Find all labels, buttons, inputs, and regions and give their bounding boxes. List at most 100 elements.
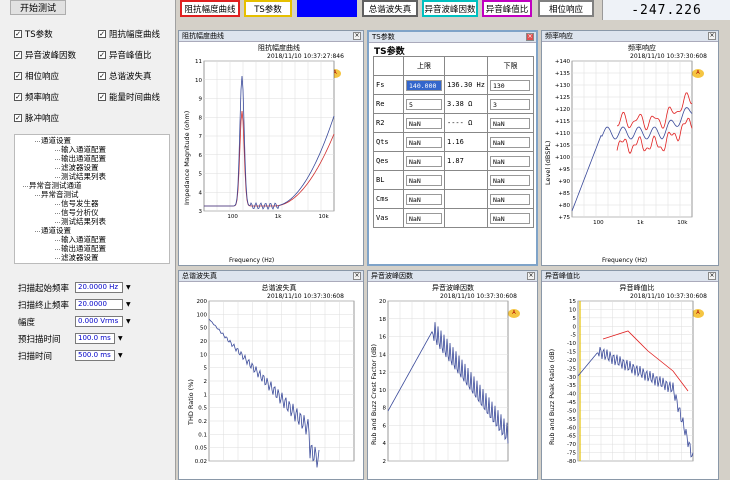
- chevron-down-icon[interactable]: ▼: [118, 335, 123, 342]
- chart-title: 异音峰值比: [619, 284, 655, 292]
- lower-input[interactable]: NaN: [489, 136, 530, 148]
- toolbar-button[interactable]: TS参数: [244, 0, 292, 17]
- panel-tab-label: 异音波峰因数: [371, 272, 413, 280]
- lower-input[interactable]: NaN: [489, 212, 530, 224]
- checkbox-icon[interactable]: ✓: [14, 72, 22, 80]
- chevron-down-icon[interactable]: ▼: [126, 301, 131, 308]
- tree-item[interactable]: 通道设置: [35, 137, 71, 145]
- chevron-down-icon[interactable]: ▼: [118, 352, 123, 359]
- lower-input[interactable]: 3: [489, 98, 530, 110]
- param-unit: Ω: [468, 119, 473, 127]
- tree-item[interactable]: 异常音测试通道: [23, 182, 82, 190]
- y-tick-label: 200: [197, 299, 208, 305]
- y-tick-label: 10: [379, 388, 386, 394]
- setting-input[interactable]: 20.0000 kHz: [75, 299, 123, 310]
- param-value: 3.38: [447, 100, 464, 108]
- lower-input[interactable]: NaN: [489, 174, 530, 186]
- setting-input[interactable]: 100.0 ms: [75, 333, 115, 344]
- checkbox-icon[interactable]: ✓: [14, 114, 22, 122]
- impedance-panel[interactable]: 阻抗幅度曲线 × 阻抗幅度曲线 2018/11/10 10:37:27:846 A…: [178, 30, 364, 266]
- y-axis-label: Level (dBSPL): [544, 140, 552, 185]
- upper-input[interactable]: NaN: [406, 155, 442, 167]
- y-tick-label: -80: [567, 459, 576, 465]
- frequency-response-panel[interactable]: 频率响应 × 频率响应 2018/11/10 10:37:30:608 A Lev…: [541, 30, 719, 266]
- peak-ratio-panel[interactable]: 异音峰值比 × 异音峰值比 2018/11/10 10:37:30:608 A R…: [541, 270, 719, 480]
- tree-item[interactable]: 输入通道配置: [55, 236, 106, 244]
- tree-item[interactable]: 输入通道配置: [55, 146, 106, 154]
- checkbox-icon[interactable]: ✓: [14, 93, 22, 101]
- tree-item[interactable]: 信号发生器: [55, 200, 99, 208]
- setting-input[interactable]: 0.000 Vrms: [75, 316, 123, 327]
- checkbox-icon[interactable]: ✓: [98, 72, 106, 80]
- lower-input[interactable]: 130: [489, 79, 530, 91]
- toolbar-button[interactable]: 相位响应: [538, 0, 594, 17]
- checkbox-item[interactable]: ✓ TS参数: [14, 28, 53, 40]
- tree-item[interactable]: 信号分析仪: [55, 209, 99, 217]
- toolbar-button[interactable]: 总谐波失真: [362, 0, 418, 17]
- upper-input[interactable]: NaN: [406, 174, 442, 186]
- toolbar-button[interactable]: 异音峰值比: [482, 0, 532, 17]
- y-tick-label: 15: [569, 299, 576, 305]
- tree-item[interactable]: 滤波器设置: [55, 254, 99, 262]
- checkbox-icon[interactable]: ✓: [98, 51, 106, 59]
- y-tick-label: 9: [199, 97, 203, 103]
- checkbox-label: TS参数: [25, 30, 53, 40]
- setting-input[interactable]: 500.0 ms: [75, 350, 115, 361]
- y-tick-label: +130: [555, 83, 571, 89]
- tree-item[interactable]: 异常音测试: [35, 191, 79, 199]
- frequency-plot: +140 +135 +130 +125 +120 +115 +110 +105 +100 +95 +…: [555, 59, 693, 226]
- tree-item[interactable]: 测试结果列表: [55, 218, 106, 226]
- checkbox-icon[interactable]: ✓: [14, 30, 22, 38]
- close-icon[interactable]: ×: [527, 272, 535, 280]
- checkbox-item[interactable]: ✓ 相位响应: [14, 70, 59, 82]
- y-tick-label: 12: [379, 370, 386, 376]
- tree-item[interactable]: 测试结果列表: [55, 173, 106, 181]
- crest-factor-panel[interactable]: 异音波峰因数 × 异音波峰因数 2018/11/10 10:37:30:608 A…: [367, 270, 538, 480]
- checkbox-item[interactable]: ✓ 异音峰值比: [98, 49, 152, 61]
- toolbar-button[interactable]: 异音波峰因数: [422, 0, 478, 17]
- tree-item[interactable]: 滤波器设置: [55, 164, 99, 172]
- upper-input[interactable]: NaN: [406, 136, 442, 148]
- config-tree[interactable]: 通道设置 输入通道配置 输出通道配置 滤波器设置 测试结果列表 异常音测试通道 异常音测试信…: [14, 134, 170, 264]
- tree-item[interactable]: 输出通道配置: [55, 155, 106, 163]
- chevron-down-icon[interactable]: ▼: [126, 284, 131, 291]
- y-tick-label: 10: [195, 78, 202, 84]
- close-icon[interactable]: ×: [353, 272, 361, 280]
- tree-item[interactable]: 输出通道配置: [55, 245, 106, 253]
- tree-item[interactable]: 通道设置: [35, 227, 71, 235]
- y-tick-label: -5: [571, 333, 577, 339]
- upper-input[interactable]: NaN: [406, 117, 442, 129]
- checkbox-item[interactable]: ✓ 频率响应: [14, 91, 59, 103]
- upper-input[interactable]: NaN: [406, 193, 442, 205]
- toolbar-button[interactable]: 阻抗幅度曲线: [180, 0, 240, 17]
- y-tick-label: 20: [200, 339, 207, 345]
- checkbox-icon[interactable]: ✓: [14, 51, 22, 59]
- upper-input[interactable]: 5: [406, 98, 442, 110]
- lower-input[interactable]: NaN: [489, 155, 530, 167]
- close-icon[interactable]: ×: [708, 272, 716, 280]
- chevron-down-icon[interactable]: ▼: [126, 318, 131, 325]
- setting-label: 预扫描时间: [18, 335, 61, 345]
- setting-input[interactable]: 20.0000 Hz: [75, 282, 123, 293]
- start-test-button[interactable]: 开始测试: [10, 0, 66, 15]
- param-name: Fs: [373, 75, 404, 95]
- checkbox-item[interactable]: ✓ 脉冲响应: [14, 112, 59, 124]
- checkbox-item[interactable]: ✓ 总谐波失真: [98, 70, 152, 82]
- y-tick-label: +140: [555, 59, 571, 65]
- upper-input[interactable]: NaN: [406, 212, 442, 224]
- lower-input[interactable]: NaN: [489, 117, 530, 129]
- upper-input[interactable]: 140.000: [406, 79, 442, 91]
- close-icon[interactable]: ×: [708, 32, 716, 40]
- lower-input[interactable]: NaN: [489, 193, 530, 205]
- thd-panel[interactable]: 总谐波失真× 总谐波失真 2018/11/10 10:37:30:608 A T…: [178, 270, 364, 480]
- checkbox-item[interactable]: ✓ 阻抗幅度曲线: [98, 28, 160, 40]
- checkbox-icon[interactable]: ✓: [98, 93, 106, 101]
- setting-label: 幅度: [18, 318, 36, 328]
- checkbox-item[interactable]: ✓ 异音波峰因数: [14, 49, 76, 61]
- ts-parameters-panel[interactable]: TS参数 × TS参数 上限 下限 Fs 140.000 136.30 Hz 130 Re 5…: [367, 30, 538, 266]
- toolbar-button[interactable]: [297, 0, 357, 17]
- checkbox-item[interactable]: ✓ 能量时间曲线: [98, 91, 160, 103]
- checkbox-icon[interactable]: ✓: [98, 30, 106, 38]
- close-icon[interactable]: ×: [526, 33, 534, 41]
- close-icon[interactable]: ×: [353, 32, 361, 40]
